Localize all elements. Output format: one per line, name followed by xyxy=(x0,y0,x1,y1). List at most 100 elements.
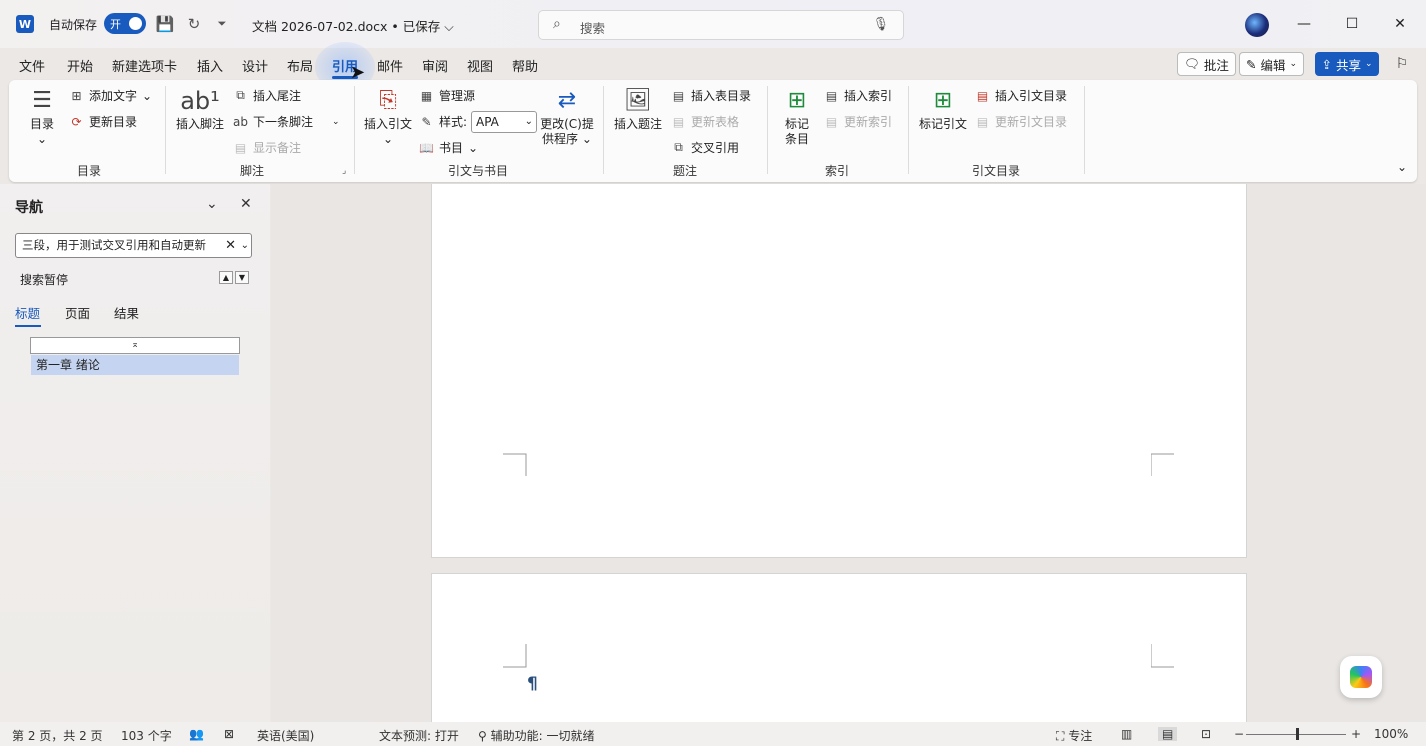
group-label-footnotes: 脚注 xyxy=(240,164,265,178)
microphone-icon[interactable]: 🎙 xyxy=(872,17,889,32)
cross-reference-icon: ⧉ xyxy=(674,140,683,154)
mark-citation-button[interactable]: ⊞ 标记引文 xyxy=(917,88,969,132)
update-table-button[interactable]: ▤ 更新表格 xyxy=(671,113,739,130)
nav-tab-headings[interactable]: 标题 xyxy=(15,303,40,322)
tab-home[interactable]: 开始 xyxy=(67,56,93,75)
change-provider-button[interactable]: ⇄ 更改(C)提供程序 ⌄ xyxy=(539,88,595,147)
clear-icon[interactable]: ✕ xyxy=(225,234,236,257)
zoom-level[interactable]: 100% xyxy=(1374,727,1408,741)
tab-mailings[interactable]: 邮件 xyxy=(377,56,403,75)
focus-label: 专注 xyxy=(1068,729,1093,743)
web-layout-icon[interactable]: ⊡ xyxy=(1201,727,1211,741)
maximize-button[interactable]: ☐ xyxy=(1340,12,1364,36)
insert-toa-button[interactable]: ▤ 插入引文目录 xyxy=(975,87,1067,104)
group-label-toa: 引文目录 xyxy=(972,164,1021,178)
close-icon[interactable]: ✕ xyxy=(240,196,252,212)
endnote-icon: ⧉ xyxy=(236,88,245,102)
zoom-out-button[interactable]: − xyxy=(1234,727,1244,741)
tab-insert[interactable]: 插入 xyxy=(197,56,223,75)
page-1[interactable] xyxy=(431,184,1247,558)
redo-icon[interactable]: ↻ xyxy=(184,14,204,34)
accessibility-check-icon[interactable]: ⊠ xyxy=(224,727,234,741)
document-title[interactable]: 文档 2026-07-02.docx • 已保存 ⌵ xyxy=(252,16,454,35)
chevron-down-icon[interactable]: ⌄ xyxy=(206,196,218,212)
customize-toolbar-icon[interactable]: ⏷ xyxy=(212,14,232,34)
nav-tab-results[interactable]: 结果 xyxy=(114,303,139,322)
tab-layout[interactable]: 布局 xyxy=(287,56,313,75)
manage-sources-button[interactable]: ▦ 管理源 xyxy=(419,87,475,104)
document-area[interactable]: ¶ xyxy=(271,184,1426,722)
insert-table-of-figures-label: 插入表目录 xyxy=(691,89,752,103)
insert-footnote-button[interactable]: ab¹ 插入脚注 xyxy=(174,88,226,132)
update-toc-button[interactable]: ⟳ 更新目录 xyxy=(69,113,137,130)
editing-button[interactable]: ✎ 编辑 ⌄ xyxy=(1239,52,1305,76)
chevron-down-icon[interactable]: ⌄ xyxy=(332,117,340,127)
tab-review[interactable]: 审阅 xyxy=(422,56,448,75)
dialog-launcher-icon[interactable]: ⌟ xyxy=(342,166,346,176)
autosave-toggle[interactable]: 开 xyxy=(104,13,146,34)
next-result-icon[interactable]: ▼ xyxy=(235,271,249,284)
page-count[interactable]: 第 2 页，共 2 页 xyxy=(12,727,103,744)
language[interactable]: 英语(美国) xyxy=(257,727,314,744)
accessibility-status[interactable]: ⚲ 辅助功能: 一切就绪 xyxy=(478,727,594,744)
bibliography-button[interactable]: 📖 书目 ⌄ xyxy=(419,139,478,156)
tab-design[interactable]: 设计 xyxy=(242,56,268,75)
print-layout-icon[interactable]: ▤ xyxy=(1158,727,1178,741)
nav-tab-pages[interactable]: 页面 xyxy=(65,303,90,322)
show-notes-button[interactable]: ▤ 显示备注 xyxy=(233,139,301,156)
cross-reference-button[interactable]: ⧉ 交叉引用 xyxy=(671,139,739,156)
update-toc-label: 更新目录 xyxy=(89,115,138,129)
zoom-slider-thumb[interactable] xyxy=(1296,728,1299,740)
update-toa-label: 更新引文目录 xyxy=(995,115,1068,129)
insert-table-of-figures-button[interactable]: ▤ 插入表目录 xyxy=(671,87,751,104)
share-button[interactable]: ⇪ 共享 ⌄ xyxy=(1315,52,1379,76)
update-toa-icon: ▤ xyxy=(976,114,989,129)
heading-item[interactable]: 第一章 绪论 xyxy=(31,355,239,375)
tab-help[interactable]: 帮助 xyxy=(512,56,538,75)
mark-entry-icon: ⊞ xyxy=(787,88,807,113)
accessibility-icon: ⚲ xyxy=(478,729,487,743)
search-box[interactable]: ⌕ 搜索 🎙 xyxy=(538,10,904,40)
collapse-ribbon-icon[interactable]: ⌄ xyxy=(1397,160,1407,174)
next-footnote-button[interactable]: ab 下一条脚注 ⌄ xyxy=(233,113,340,130)
avatar[interactable] xyxy=(1245,13,1269,37)
close-button[interactable]: ✕ xyxy=(1388,12,1412,36)
group-label-toc: 目录 xyxy=(77,164,102,178)
chevron-down-icon[interactable]: ⌄ xyxy=(241,234,249,257)
update-toa-button[interactable]: ▤ 更新引文目录 xyxy=(975,113,1067,130)
paragraph-mark-icon: ¶ xyxy=(527,674,538,694)
citation-style-select[interactable]: APA ⌄ xyxy=(471,111,537,133)
text-prediction[interactable]: 文本预测: 打开 xyxy=(379,727,459,744)
update-index-button[interactable]: ▤ 更新索引 xyxy=(824,113,892,130)
toc-button[interactable]: ☰ 目录 ⌄ xyxy=(26,88,58,147)
minimize-button[interactable]: — xyxy=(1292,12,1316,36)
insert-endnote-button[interactable]: ⧉ 插入尾注 xyxy=(233,87,301,104)
collapse-all-button[interactable]: ⌅ xyxy=(30,337,240,354)
mark-entry-button[interactable]: ⊞ 标记条目 xyxy=(777,88,817,147)
insert-index-button[interactable]: ▤ 插入索引 xyxy=(824,87,892,104)
insert-caption-button[interactable]: 🖼 插入题注 xyxy=(612,88,664,132)
focus-button[interactable]: ⛶ 专注 xyxy=(1056,727,1092,744)
feedback-icon[interactable]: ⚐ xyxy=(1390,52,1414,76)
previous-result-icon[interactable]: ▲ xyxy=(219,271,233,284)
toc-label: 目录 xyxy=(29,117,54,131)
insert-citation-button[interactable]: ⎘ 插入引文 ⌄ xyxy=(362,88,414,147)
insert-caption-label: 插入题注 xyxy=(613,117,662,131)
proofing-icon[interactable]: 👥 xyxy=(189,727,204,741)
add-text-button[interactable]: ⊞ 添加文字 ⌄ xyxy=(69,87,152,104)
title-bar: W 自动保存 开 💾 ↻ ⏷ 文档 2026-07-02.docx • 已保存 … xyxy=(0,0,1426,48)
save-icon[interactable]: 💾 xyxy=(155,14,175,34)
tab-view[interactable]: 视图 xyxy=(467,56,493,75)
tab-new-tab[interactable]: 新建选项卡 xyxy=(112,56,177,75)
read-mode-icon[interactable]: ▥ xyxy=(1121,727,1132,741)
zoom-in-button[interactable]: + xyxy=(1351,727,1361,741)
comments-button[interactable]: 🗨 批注 xyxy=(1177,52,1236,76)
table-of-figures-icon: ▤ xyxy=(672,88,685,103)
citation-icon: ⎘ xyxy=(379,88,397,113)
next-footnote-label: 下一条脚注 xyxy=(253,115,314,129)
nav-search-input[interactable]: 三段，用于测试交叉引用和自动更新 ✕ ⌄ xyxy=(15,233,252,258)
word-count[interactable]: 103 个字 xyxy=(121,727,172,744)
tab-file[interactable]: 文件 xyxy=(19,56,45,75)
page-2[interactable] xyxy=(431,573,1247,722)
copilot-button[interactable] xyxy=(1340,656,1382,698)
